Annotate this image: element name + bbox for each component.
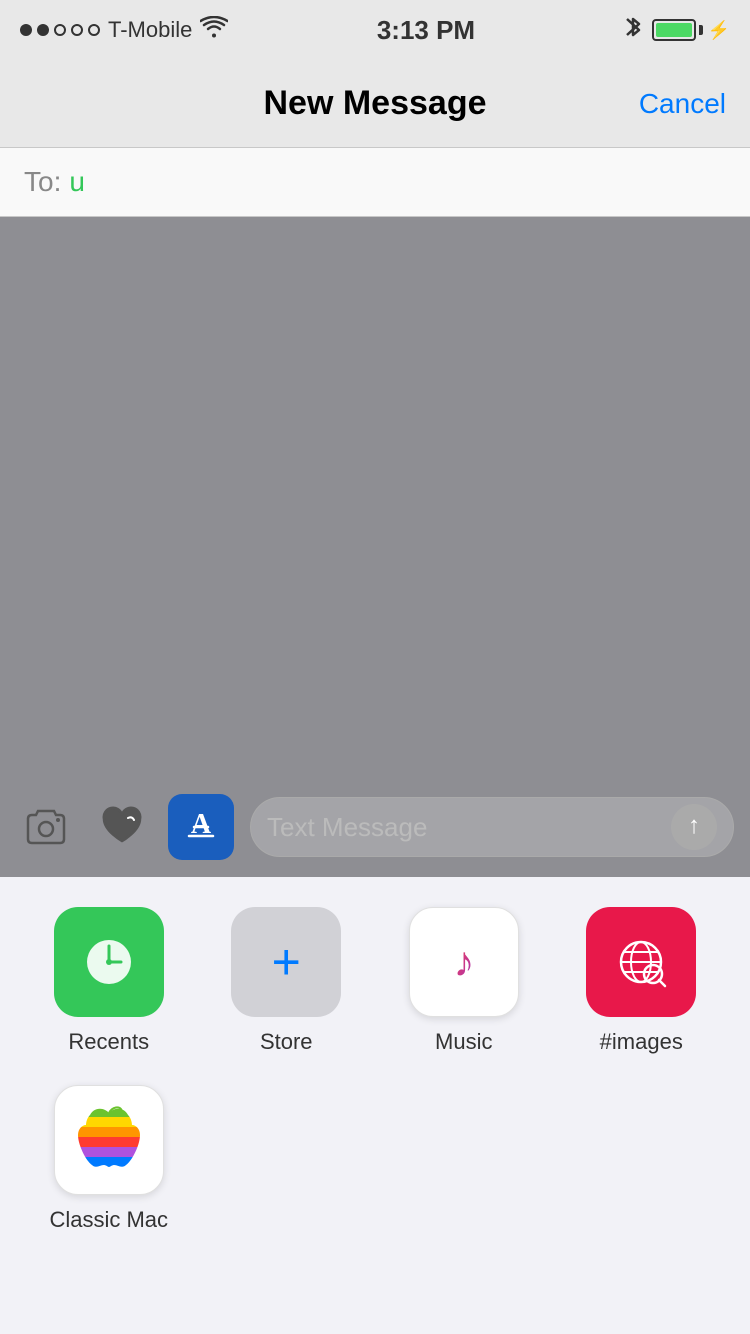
wifi-icon <box>200 16 228 44</box>
images-icon-wrap <box>586 907 696 1017</box>
music-icon-wrap: ♪ <box>409 907 519 1017</box>
carrier-label: T-Mobile <box>108 17 192 43</box>
app-item-music[interactable]: ♪ Music <box>375 907 553 1055</box>
to-input[interactable] <box>69 166 726 198</box>
send-arrow-icon: ↑ <box>688 812 700 840</box>
to-field: To: <box>0 148 750 217</box>
status-time: 3:13 PM <box>377 15 475 46</box>
dot-3 <box>54 24 66 36</box>
app-item-store[interactable]: + Store <box>198 907 376 1055</box>
app-grid: Recents + Store ♪ <box>20 907 730 1263</box>
classicmac-label: Classic Mac <box>49 1207 168 1233</box>
classicmac-icon-wrap <box>54 1085 164 1195</box>
status-left: T-Mobile <box>20 16 228 44</box>
compose-area <box>0 217 750 777</box>
app-item-images[interactable]: #images <box>553 907 731 1055</box>
dot-4 <box>71 24 83 36</box>
appstore-button[interactable]: A <box>168 794 234 860</box>
message-toolbar: A Text Message ↑ <box>0 777 750 877</box>
dot-2 <box>37 24 49 36</box>
signal-dots <box>20 24 100 36</box>
app-item-recents[interactable]: Recents <box>20 907 198 1055</box>
store-label: Store <box>260 1029 313 1055</box>
recents-label: Recents <box>68 1029 149 1055</box>
text-message-placeholder: Text Message <box>267 812 671 843</box>
page-title: New Message <box>264 84 487 123</box>
app-item-classicmac[interactable]: Classic Mac <box>20 1085 198 1233</box>
store-icon-wrap: + <box>231 907 341 1017</box>
to-label: To: <box>24 166 61 198</box>
nav-bar: New Message Cancel <box>0 60 750 148</box>
dot-1 <box>20 24 32 36</box>
dot-5 <box>88 24 100 36</box>
music-label: Music <box>435 1029 492 1055</box>
status-right: ⚡ <box>624 14 730 46</box>
svg-text:♪: ♪ <box>453 940 474 986</box>
camera-button[interactable] <box>16 797 76 857</box>
cancel-button[interactable]: Cancel <box>639 88 726 120</box>
bluetooth-icon <box>624 14 642 46</box>
store-plus-icon: + <box>272 937 301 987</box>
charging-icon: ⚡ <box>708 20 730 41</box>
app-tray: Recents + Store ♪ <box>0 877 750 1283</box>
send-button[interactable]: ↑ <box>671 804 717 850</box>
status-bar: T-Mobile 3:13 PM ⚡ <box>0 0 750 60</box>
recents-icon-wrap <box>54 907 164 1017</box>
appstore-icon: A <box>183 805 219 849</box>
battery-indicator: ⚡ <box>652 19 730 41</box>
text-message-input[interactable]: Text Message ↑ <box>250 797 734 857</box>
stickers-button[interactable] <box>92 797 152 857</box>
images-label: #images <box>600 1029 683 1055</box>
